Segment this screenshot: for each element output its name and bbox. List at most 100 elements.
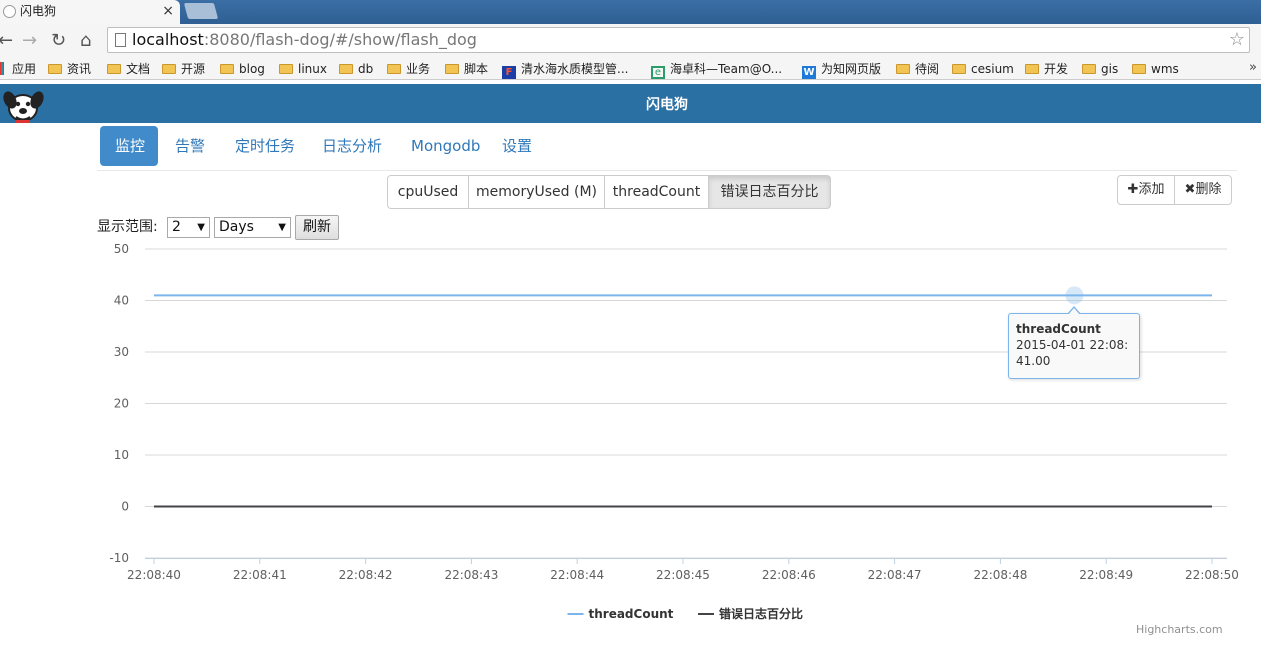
- highcharts-credits[interactable]: Highcharts.com: [1136, 623, 1223, 636]
- range-unit-select[interactable]: Days ▼: [214, 217, 291, 238]
- bookmark-folder[interactable]: blog: [220, 61, 265, 77]
- hover-point-halo: [1065, 286, 1084, 305]
- browser-tab[interactable]: 闪电狗 ×: [0, 0, 180, 24]
- bookmark-label: 待阅: [915, 62, 940, 76]
- browser-tab-title: 闪电狗: [20, 4, 57, 18]
- y-tick-label: 40: [114, 294, 129, 308]
- tab-monitor[interactable]: 监控: [100, 126, 158, 166]
- tooltip-time: 2015-04-01 22:08:: [1016, 338, 1129, 352]
- chart-tooltip: threadCount 2015-04-01 22:08: 41.00: [1008, 306, 1140, 379]
- bookmark-label: 应用: [12, 62, 37, 76]
- bookmark-label: 开源: [181, 62, 206, 76]
- app-title: 闪电狗: [646, 97, 688, 113]
- bookmark-folder[interactable]: 脚本: [445, 61, 488, 77]
- tooltip-series-name: threadCount: [1016, 322, 1101, 336]
- folder-icon: [279, 64, 293, 74]
- y-tick-label: 0: [121, 500, 129, 514]
- x-tick-label: 22:08:50: [1185, 568, 1239, 582]
- x-tick-label: 22:08:41: [233, 568, 287, 582]
- bookmark-label: gis: [1101, 62, 1119, 76]
- apps-icon: [0, 62, 4, 75]
- bookmark-label: db: [358, 62, 374, 76]
- x-icon: ✖: [1184, 182, 1196, 197]
- home-icon[interactable]: ⌂: [80, 28, 91, 54]
- folder-icon: [1082, 64, 1096, 74]
- bookmark-label: cesium: [971, 62, 1014, 76]
- range-label: 显示范围:: [97, 219, 158, 235]
- folder-icon: [107, 64, 121, 74]
- bookmark-folder[interactable]: 文档: [107, 61, 150, 77]
- metric-threadcount-button[interactable]: threadCount: [604, 175, 709, 209]
- tab-mongodb[interactable]: Mongodb: [396, 126, 495, 166]
- bookmark-apps[interactable]: 应用: [0, 61, 36, 77]
- range-count-select[interactable]: 2 ▼: [167, 217, 210, 238]
- x-tick-label: 22:08:44: [550, 568, 604, 582]
- browser-tab-strip: 闪电狗 ×: [0, 0, 1261, 24]
- folder-icon: [162, 64, 176, 74]
- app-header: 闪电狗: [0, 84, 1261, 123]
- x-tick-label: 22:08:49: [1079, 568, 1133, 582]
- bookmark-label: 业务: [406, 62, 431, 76]
- metric-memoryused-button[interactable]: memoryUsed (M): [468, 175, 605, 209]
- bookmark-label: linux: [298, 62, 327, 76]
- refresh-button[interactable]: 刷新: [295, 215, 339, 240]
- metric-cpuused-button[interactable]: cpuUsed: [387, 175, 469, 209]
- folder-icon: [1025, 64, 1039, 74]
- site-icon: e: [651, 66, 665, 79]
- bookmark-link[interactable]: W 为知网页版: [802, 61, 881, 79]
- plus-icon: ✚: [1127, 182, 1139, 197]
- tab-alerts[interactable]: 告警: [160, 126, 220, 166]
- dropdown-arrow-icon: ▼: [278, 222, 286, 233]
- back-arrow-icon[interactable]: ←: [0, 28, 13, 54]
- tab-settings[interactable]: 设置: [487, 126, 547, 166]
- bookmark-folder[interactable]: 资讯: [48, 61, 91, 77]
- bookmark-folder[interactable]: linux: [279, 61, 327, 77]
- bookmark-folder[interactable]: 业务: [387, 61, 430, 77]
- tab-scheduled-tasks[interactable]: 定时任务: [220, 126, 310, 166]
- url-path: :8080/flash-dog/#/show/flash_dog: [203, 30, 477, 49]
- folder-icon: [339, 64, 353, 74]
- bookmark-folder[interactable]: wms: [1132, 61, 1179, 77]
- site-icon: F: [502, 66, 516, 79]
- folder-icon: [952, 64, 966, 74]
- reload-icon[interactable]: ↻: [51, 28, 66, 54]
- bookmark-folder[interactable]: 待阅: [896, 61, 939, 77]
- bookmark-folder[interactable]: 开发: [1025, 61, 1068, 77]
- add-button-label: 添加: [1138, 182, 1165, 197]
- x-tick-label: 22:08:43: [444, 568, 498, 582]
- bookmark-link[interactable]: e 海卓科—Team@O...: [651, 61, 782, 79]
- page-icon: [115, 33, 126, 47]
- x-tick-label: 22:08:42: [339, 568, 393, 582]
- dog-favicon-icon: [3, 5, 16, 18]
- new-tab-button[interactable]: [183, 3, 219, 19]
- tooltip-caret-fill: [1068, 308, 1080, 315]
- folder-icon: [48, 64, 62, 74]
- bookmark-folder[interactable]: cesium: [952, 61, 1014, 77]
- folder-icon: [220, 64, 234, 74]
- forward-arrow-icon[interactable]: →: [22, 28, 37, 54]
- address-bar[interactable]: localhost:8080/flash-dog/#/show/flash_do…: [107, 27, 1250, 53]
- legend-item: threadCount: [589, 607, 674, 621]
- delete-button[interactable]: ✖删除: [1174, 175, 1232, 205]
- close-tab-icon[interactable]: ×: [162, 0, 174, 22]
- folder-icon: [1132, 64, 1146, 74]
- bookmark-label: 海卓科—Team@O...: [670, 62, 783, 76]
- range-unit-value: Days: [219, 219, 254, 235]
- delete-button-label: 删除: [1195, 182, 1222, 197]
- more-bookmarks-button[interactable]: »: [1249, 60, 1257, 75]
- y-tick-label: 50: [114, 242, 129, 256]
- bookmark-folder[interactable]: db: [339, 61, 373, 77]
- bookmark-link[interactable]: F 清水海水质模型管...: [502, 61, 628, 79]
- y-tick-label: 20: [114, 397, 129, 411]
- x-tick-label: 22:08:46: [762, 568, 816, 582]
- add-button[interactable]: ✚添加: [1117, 175, 1175, 205]
- folder-icon: [387, 64, 401, 74]
- metric-error-log-percent-button[interactable]: 错误日志百分比: [708, 175, 831, 209]
- x-tick-label: 22:08:48: [973, 568, 1027, 582]
- bookmark-folder[interactable]: gis: [1082, 61, 1118, 77]
- bookmark-label: wms: [1151, 62, 1179, 76]
- bookmark-folder[interactable]: 开源: [162, 61, 205, 77]
- tab-log-analysis[interactable]: 日志分析: [307, 126, 397, 166]
- bookmark-star-icon[interactable]: ☆: [1229, 28, 1245, 52]
- bookmark-label: 清水海水质模型管...: [521, 62, 629, 76]
